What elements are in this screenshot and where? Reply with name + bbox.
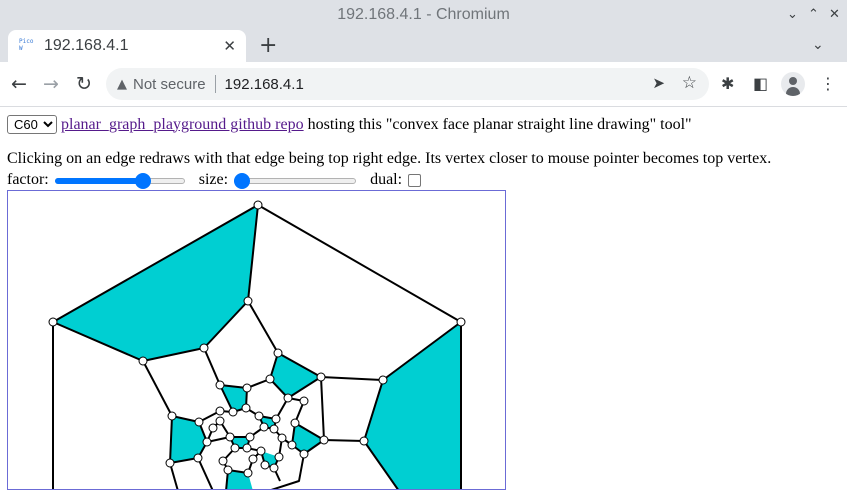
- url-text[interactable]: 192.168.4.1: [225, 76, 304, 93]
- repo-link[interactable]: planar_graph_playground github repo: [61, 116, 304, 134]
- reload-icon[interactable]: ↻: [76, 73, 92, 95]
- dual-label: dual:: [370, 171, 403, 188]
- tab-title: 192.168.4.1: [44, 37, 129, 54]
- address-bar[interactable]: ▲ Not secure 192.168.4.1 ➤ ☆: [106, 68, 709, 100]
- minimize-icon[interactable]: ⌄: [787, 7, 798, 22]
- maximize-icon[interactable]: ⌃: [808, 7, 819, 22]
- graph-canvas[interactable]: [7, 190, 506, 490]
- share-icon[interactable]: ➤: [652, 74, 665, 92]
- dual-checkbox[interactable]: [408, 173, 422, 187]
- factor-slider[interactable]: [54, 172, 185, 189]
- tab-strip: Pico W 192.168.4.1 ✕: [0, 30, 847, 62]
- tab-close-icon[interactable]: ✕: [223, 37, 236, 55]
- size-label: size:: [198, 171, 229, 188]
- profile-avatar-icon[interactable]: [781, 72, 805, 96]
- omnibox-separator: [214, 75, 216, 93]
- extensions-icon[interactable]: ✱: [721, 74, 734, 93]
- tab-search-icon[interactable]: ⌄: [812, 37, 824, 53]
- forward-icon[interactable]: →: [43, 73, 59, 95]
- browser-toolbar: ← → ↻ ▲ Not secure 192.168.4.1 ➤ ☆ ✱ ◧ ⋮: [0, 62, 847, 107]
- factor-label: factor:: [7, 171, 49, 188]
- pico-favicon-icon: Pico W: [19, 38, 34, 52]
- controls-row: factor: size: dual:: [7, 171, 422, 189]
- back-icon[interactable]: ←: [11, 73, 27, 95]
- window-title: 192.168.4.1 - Chromium: [337, 6, 510, 23]
- planar-graph-drawing[interactable]: [8, 191, 506, 490]
- hosting-text: hosting this "convex face planar straigh…: [307, 115, 692, 133]
- bookmark-star-icon[interactable]: ☆: [682, 73, 697, 93]
- new-tab-icon[interactable]: +: [259, 33, 277, 58]
- size-slider[interactable]: [234, 172, 357, 189]
- tab-active[interactable]: Pico W 192.168.4.1 ✕: [8, 30, 246, 62]
- hint-text: Clicking on an edge redraws with that ed…: [7, 150, 772, 167]
- window-titlebar: 192.168.4.1 - Chromium ⌄ ⌃ ✕: [0, 0, 847, 30]
- close-window-icon[interactable]: ✕: [829, 7, 840, 22]
- side-panel-icon[interactable]: ◧: [753, 74, 768, 93]
- page-content: C60 planar_graph_playground github repo …: [0, 107, 847, 490]
- security-label[interactable]: Not secure: [133, 76, 206, 93]
- intro-line: C60 planar_graph_playground github repo …: [7, 115, 692, 134]
- browser-menu-icon[interactable]: ⋮: [820, 74, 836, 93]
- warning-icon[interactable]: ▲: [117, 77, 127, 92]
- graph-select[interactable]: C60: [7, 115, 57, 134]
